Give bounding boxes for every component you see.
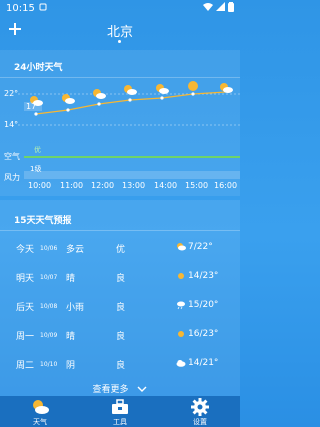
city-name[interactable]: 北京 — [0, 21, 240, 40]
day-weather: 晴 — [66, 332, 76, 342]
day-name: 周二 — [16, 361, 35, 371]
wifi-icon — [203, 2, 213, 14]
air-value: 优 — [34, 146, 41, 154]
day-weather: 小雨 — [66, 303, 85, 313]
hour-label: 13:00 — [122, 181, 146, 190]
air-label: 空气 — [4, 152, 20, 161]
daily-title: 15天天气预报 — [14, 216, 72, 226]
day-temp: 14/21° — [188, 358, 219, 368]
bottom-tab-bar: 天气 工具 设置 — [0, 396, 240, 427]
day-air: 良 — [116, 361, 126, 371]
cloudy-icon — [220, 83, 233, 93]
temp-point — [191, 92, 195, 96]
day-name: 今天 — [16, 245, 35, 255]
wind-value: 1级 — [30, 165, 42, 173]
daily-divider — [0, 230, 240, 231]
cloudy-icon — [124, 85, 137, 95]
sun-icon — [178, 273, 184, 279]
hour-label: 11:00 — [60, 181, 84, 190]
hour-label: 15:00 — [185, 181, 209, 190]
daily-row[interactable]: 明天 10/07 晴 良 14/23° — [0, 265, 240, 289]
weather-icon — [33, 400, 49, 414]
day-temp: 7/22° — [188, 242, 213, 252]
overcast-icon — [176, 360, 186, 367]
day-date: 10/09 — [40, 332, 58, 339]
hour-label: 12:00 — [91, 181, 115, 190]
day-date: 10/10 — [40, 361, 58, 368]
hour-label: 10:00 — [28, 181, 52, 190]
day-weather: 晴 — [66, 274, 76, 284]
tab-label: 天气 — [33, 418, 47, 426]
day-date: 10/08 — [40, 303, 58, 310]
tab-label: 设置 — [193, 418, 207, 426]
tab-label: 工具 — [113, 418, 127, 426]
cloudy-icon — [62, 94, 75, 104]
day-weather: 多云 — [66, 245, 85, 255]
status-time: 10:15 — [6, 2, 35, 14]
tab-settings[interactable]: 设置 — [160, 396, 240, 427]
tab-tools[interactable]: 工具 — [80, 396, 160, 427]
day-name: 后天 — [16, 303, 35, 313]
view-more-label: 查看更多 — [92, 385, 129, 395]
air-quality-bar — [24, 156, 240, 158]
hour-label: 14:00 — [154, 181, 178, 190]
wind-label: 风力 — [4, 173, 20, 182]
temp-point — [66, 108, 70, 112]
toolbox-icon — [112, 399, 128, 414]
battery-icon — [228, 1, 234, 15]
day-temp: 16/23° — [188, 329, 219, 339]
sun-icon — [188, 81, 198, 91]
temp-point — [34, 112, 38, 116]
day-air: 良 — [116, 274, 126, 284]
day-air: 良 — [116, 332, 126, 342]
day-air: 优 — [116, 245, 126, 255]
daily-row[interactable]: 今天 10/06 多云 优 7/22° — [0, 236, 240, 260]
notification-icon — [39, 3, 47, 14]
cloudy-icon — [93, 89, 106, 99]
temp-point — [160, 96, 164, 100]
page-indicator-dot — [118, 40, 121, 43]
current-temp: 17° — [24, 102, 43, 111]
gear-icon — [191, 398, 209, 416]
day-air: 良 — [116, 303, 126, 313]
view-more-button[interactable]: 查看更多 — [0, 382, 240, 395]
temp-point — [128, 98, 132, 102]
day-temp: 14/23° — [188, 271, 219, 281]
daily-row[interactable]: 周一 10/09 晴 良 16/23° — [0, 323, 240, 347]
temp-point — [97, 102, 101, 106]
chevron-down-icon — [137, 386, 147, 392]
wind-bar — [24, 171, 240, 179]
signal-icon — [216, 2, 225, 14]
day-name: 周一 — [16, 332, 35, 342]
cloudy-icon — [177, 243, 186, 251]
day-date: 10/06 — [40, 245, 58, 252]
day-name: 明天 — [16, 274, 35, 284]
cloudy-icon — [156, 84, 169, 94]
app-header: 北京 — [0, 18, 240, 44]
hour-label: 16:00 — [214, 181, 238, 190]
hourly-title: 24小时天气 — [14, 63, 63, 73]
tab-weather[interactable]: 天气 — [0, 396, 80, 427]
day-weather: 阴 — [66, 361, 76, 371]
rain-icon — [177, 301, 185, 310]
daily-row[interactable]: 周二 10/10 阴 良 14/21° — [0, 352, 240, 376]
day-date: 10/07 — [40, 274, 58, 281]
status-bar: 10:15 — [0, 0, 240, 16]
daily-row[interactable]: 后天 10/08 小雨 良 15/20° — [0, 294, 240, 318]
sun-icon — [178, 331, 184, 337]
day-temp: 15/20° — [188, 300, 219, 310]
